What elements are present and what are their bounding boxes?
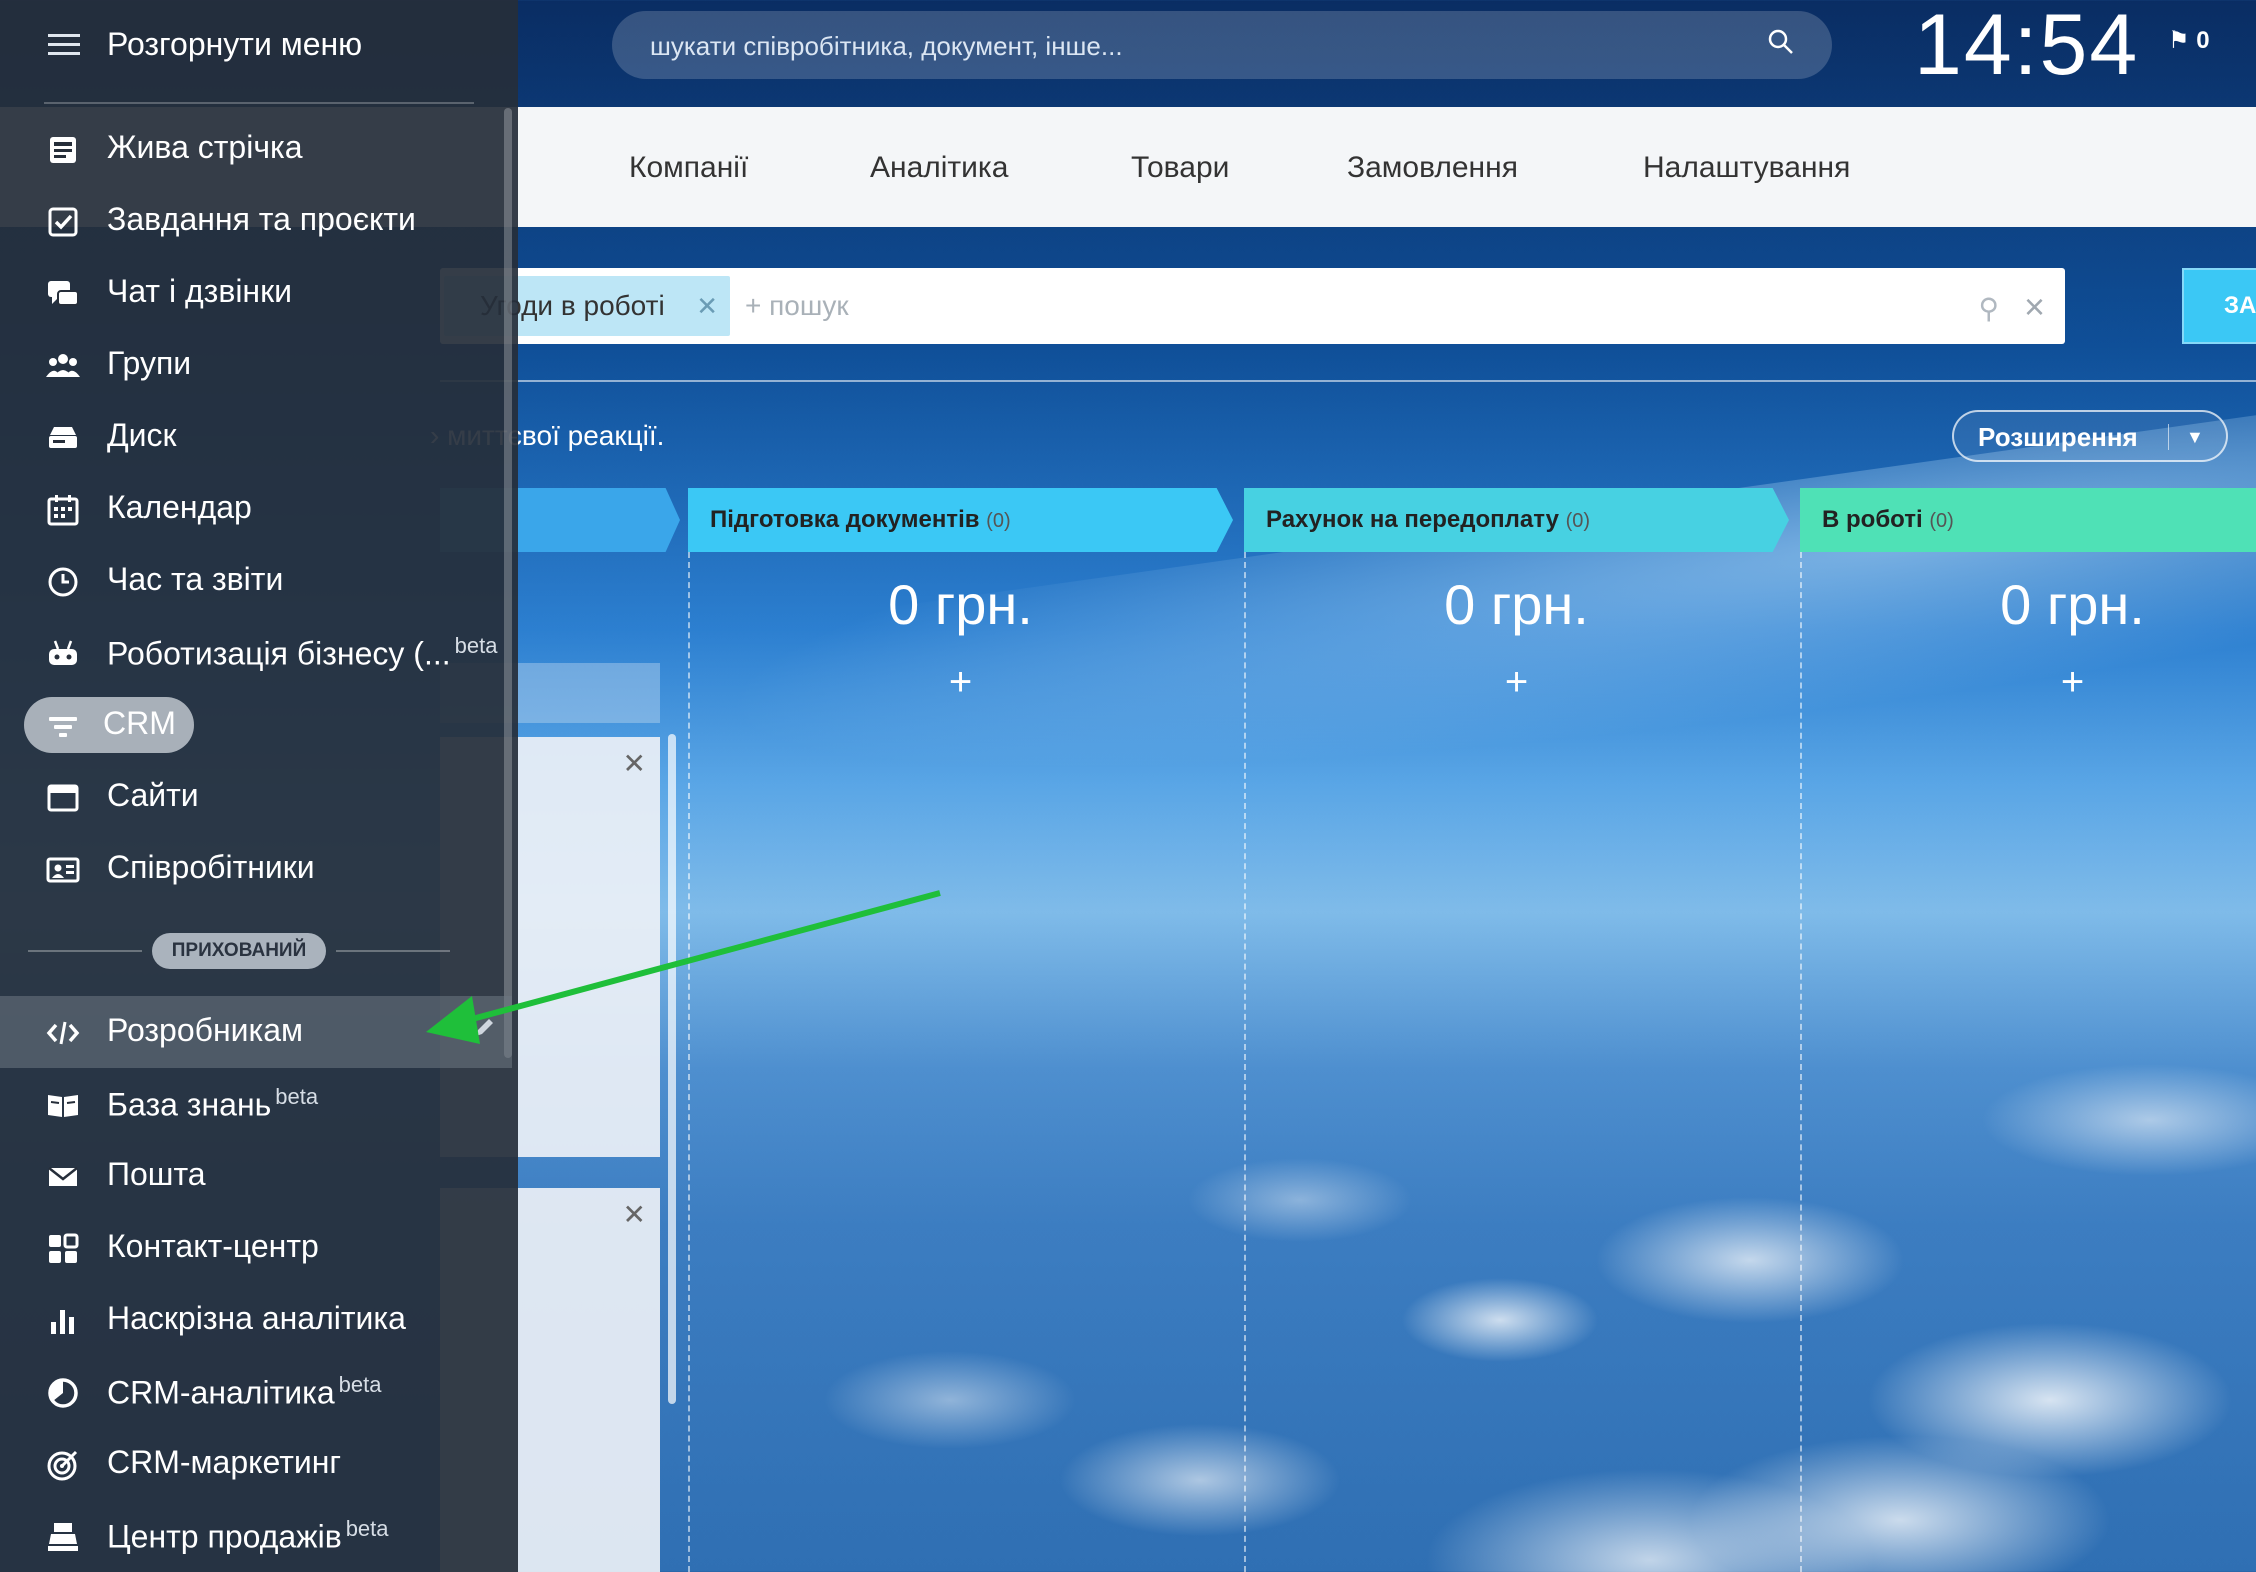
arrow-head (426, 996, 480, 1044)
annotation-arrow (426, 890, 941, 1044)
arrow-shaft (449, 890, 941, 1028)
